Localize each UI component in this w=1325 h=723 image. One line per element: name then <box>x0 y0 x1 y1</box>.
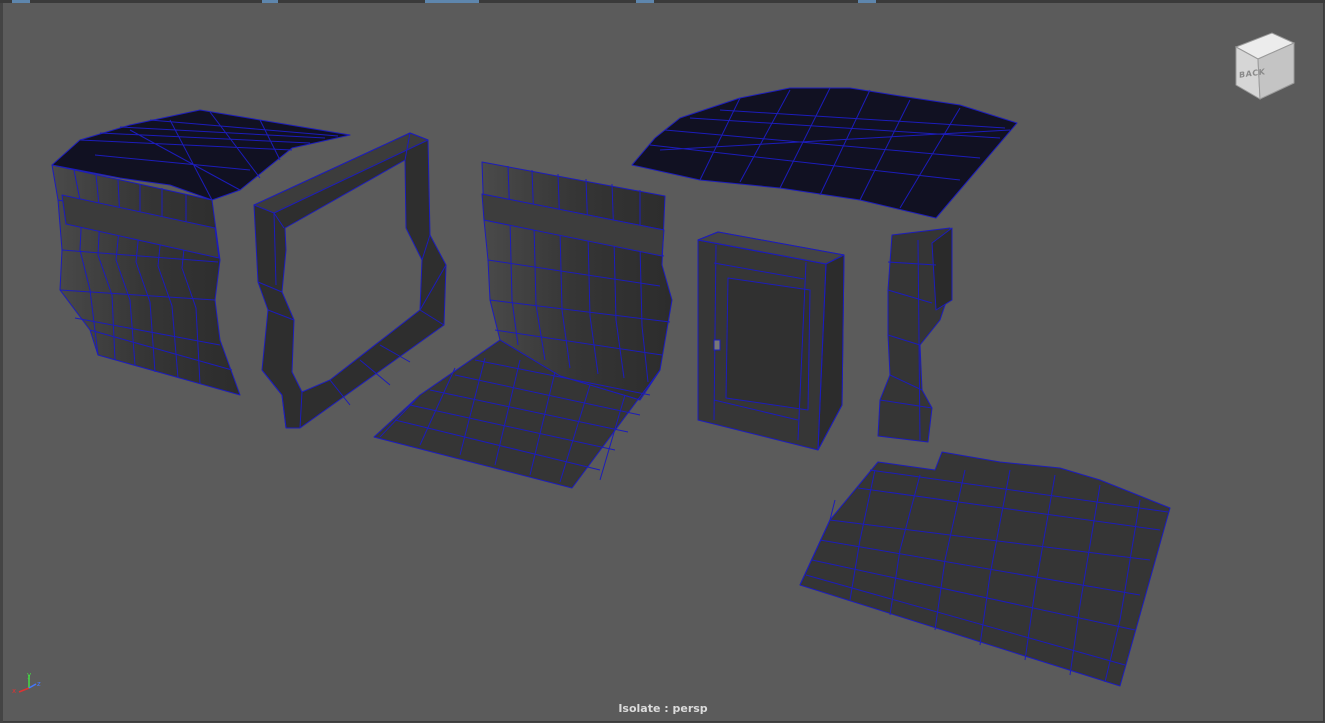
axis-y-label: y <box>27 672 31 679</box>
scene-canvas[interactable] <box>3 3 1323 721</box>
axis-x-label: x <box>12 687 16 695</box>
arch-frame[interactable] <box>253 132 447 429</box>
axis-z-label: z <box>37 680 41 688</box>
viewport-status-text: Isolate : persp <box>618 702 708 715</box>
view-cube-icon[interactable] <box>1228 29 1300 103</box>
door-frame[interactable] <box>697 231 845 451</box>
axis-gizmo-icon: x y z <box>12 672 41 695</box>
pillar[interactable] <box>877 227 953 443</box>
maya-app: BACK x y z Isolate : persp <box>0 0 1325 723</box>
perspective-viewport[interactable]: BACK x y z Isolate : persp <box>3 3 1324 722</box>
roof-slab[interactable] <box>631 87 1018 219</box>
ground-terrain[interactable] <box>799 451 1171 687</box>
